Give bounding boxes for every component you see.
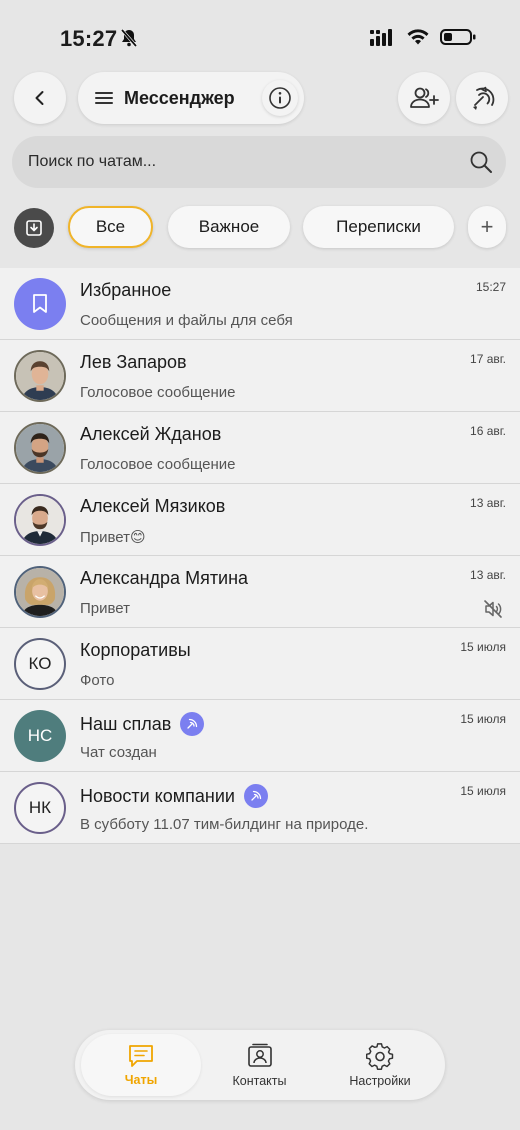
chat-name-wrap: Новости компании [80,784,268,808]
avatar: НК [14,782,66,834]
chat-time: 15 июля [460,640,506,654]
nav-label: Настройки [349,1074,411,1088]
info-button[interactable] [262,80,298,116]
chat-preview: Голосовое сообщение [80,384,236,401]
users-add-icon [410,87,439,108]
avatar [14,566,66,618]
chat-preview: Голосовое сообщение [80,456,236,473]
contacts-icon [247,1043,272,1067]
avatar [14,350,66,402]
chat-preview: Сообщения и файлы для себя [80,312,293,329]
chat-name: Лев Запаров [80,352,187,372]
filter-chips: Все Важное Переписки + [0,206,520,250]
chat-name: Новости компании [80,785,235,806]
chat-preview: Чат создан [80,744,157,761]
chat-row[interactable]: НС Наш сплав Чат создан 15 июля [0,700,520,772]
user-photo-icon [16,424,64,472]
user-photo-icon [16,496,64,544]
chat-name-wrap: Наш сплав [80,712,205,736]
add-filter-button[interactable]: + [468,206,506,248]
avatar [14,278,66,330]
status-time: 15:27 [60,26,118,51]
bottom-nav: Чаты Контакты Настройки [75,1030,445,1100]
chat-row[interactable]: НК Новости компании В субботу 11.07 тим-… [0,772,520,844]
broadcast-icon [473,86,495,110]
chat-row[interactable]: Александра Мятина Привет 13 авг. [0,556,520,628]
chat-row-favorites[interactable]: Избранное Сообщения и файлы для себя 15:… [0,268,520,340]
search-icon[interactable] [468,149,494,180]
chat-row[interactable]: КО Корпоративы Фото 15 июля [0,628,520,700]
chat-time: 15 июля [460,712,506,726]
nav-label: Контакты [232,1074,287,1088]
info-icon [269,87,291,109]
chat-time: 15:27 [475,280,506,294]
avatar [14,422,66,474]
title-pill[interactable]: Мессенджер [78,72,304,124]
chat-name: Алексей Жданов [80,424,222,444]
chat-time: 13 авг. [470,496,506,510]
mute-icon [482,598,504,625]
bookmark-icon [33,294,47,313]
status-bar: 15:27 [0,0,520,72]
chat-preview: Привет😊 [80,529,146,546]
gear-icon [366,1043,394,1070]
menu-icon[interactable] [94,90,114,106]
battery-icon [440,28,476,51]
chat-row[interactable]: Алексей Жданов Голосовое сообщение 16 ав… [0,412,520,484]
user-photo-icon [16,352,64,400]
nav-label: Чаты [124,1073,158,1087]
add-contact-button[interactable] [398,72,450,124]
chat-row[interactable]: Алексей Мязиков Привет😊 13 авг. [0,484,520,556]
chat-time: 17 авг. [470,352,506,366]
chip-all[interactable]: Все [68,206,153,248]
chat-name: Избранное [80,280,172,300]
chat-bubble-icon [129,1045,153,1067]
chevron-left-icon [35,91,44,105]
avatar: НС [14,710,66,762]
signal-icon [370,28,396,51]
header: Мессенджер [0,72,520,126]
user-photo-icon [16,568,64,616]
chat-time: 13 авг. [470,568,506,582]
avatar: КО [14,638,66,690]
wifi-icon [406,28,430,51]
group-chat-icon [243,784,268,808]
chat-list: Избранное Сообщения и файлы для себя 15:… [0,268,520,844]
chat-name: Корпоративы [80,640,191,660]
nav-settings[interactable]: Настройки [328,1034,432,1096]
chat-preview: Привет [80,600,131,617]
chat-time: 16 авг. [470,424,506,438]
page-title: Мессенджер [124,87,235,108]
chat-preview: Фото [80,672,115,689]
nav-contacts[interactable]: Контакты [211,1034,308,1096]
nav-chats[interactable]: Чаты [81,1034,201,1096]
archive-icon [26,220,42,236]
chat-row[interactable]: Лев Запаров Голосовое сообщение 17 авг. [0,340,520,412]
new-chat-button[interactable] [456,72,508,124]
chip-chats[interactable]: Переписки [303,206,454,248]
chat-name: Наш сплав [80,713,172,734]
group-chat-icon [180,712,205,736]
bell-muted-icon [119,28,139,53]
search-bar[interactable] [12,136,506,188]
chat-name: Александра Мятина [80,568,249,588]
search-input[interactable] [28,153,448,171]
archive-button[interactable] [14,208,54,248]
chat-time: 15 июля [460,784,506,798]
chat-preview: В субботу 11.07 тим-билдинг на природе. [80,816,369,833]
chip-important[interactable]: Важное [168,206,290,248]
chat-name: Алексей Мязиков [80,496,226,516]
back-button[interactable] [14,72,66,124]
avatar [14,494,66,546]
